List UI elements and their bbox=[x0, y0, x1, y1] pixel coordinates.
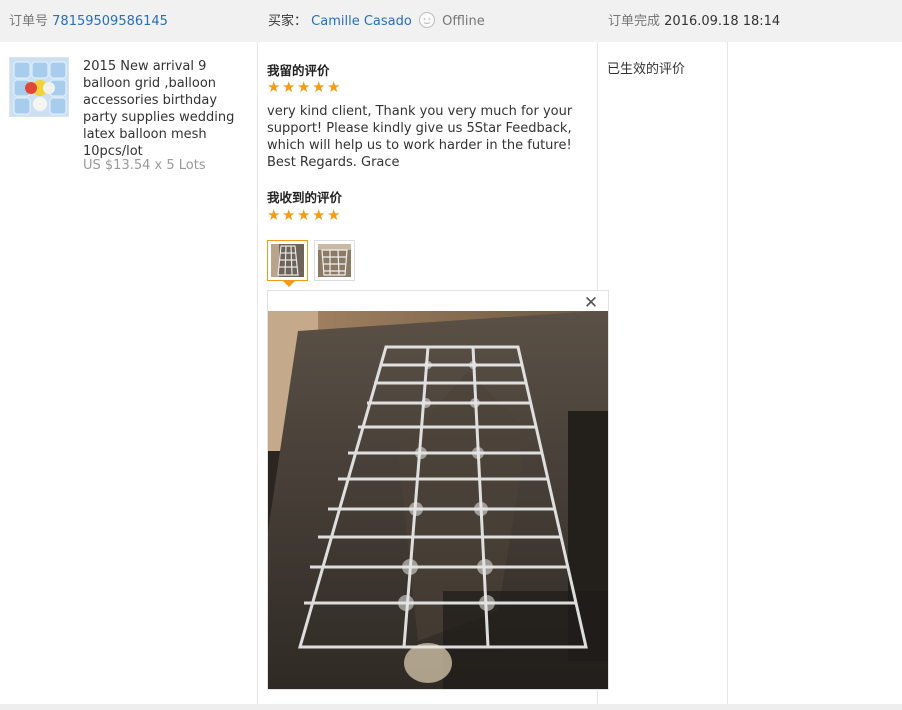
product-price: US $13.54 x 5 Lots bbox=[83, 158, 206, 173]
star-icon: ★ bbox=[297, 78, 311, 96]
my-feedback-heading: 我留的评价 bbox=[267, 63, 330, 78]
order-number-link[interactable]: 78159509586145 bbox=[52, 14, 168, 29]
received-feedback-heading: 我收到的评价 bbox=[267, 190, 343, 205]
order-number-group: 订单号 78159509586145 bbox=[9, 10, 168, 29]
my-feedback-stars: ★ ★ ★ ★ ★ bbox=[267, 78, 342, 96]
order-number-label: 订单号 bbox=[9, 14, 49, 29]
received-feedback-stars: ★ ★ ★ ★ ★ bbox=[267, 206, 342, 224]
star-icon: ★ bbox=[282, 206, 296, 224]
product-thumbnail[interactable] bbox=[9, 57, 69, 117]
order-complete-label: 订单完成 bbox=[608, 14, 661, 29]
feedback-photo-thumb-1[interactable] bbox=[267, 240, 308, 281]
feedback-photo-thumb-2[interactable] bbox=[314, 240, 355, 281]
chat-offline-icon[interactable] bbox=[418, 11, 436, 29]
star-icon: ★ bbox=[327, 78, 341, 96]
star-icon: ★ bbox=[327, 206, 341, 224]
column-divider bbox=[727, 42, 728, 704]
feedback-photo-large bbox=[268, 311, 608, 689]
buyer-status: Offline bbox=[442, 14, 485, 29]
product-title[interactable]: 2015 New arrival 9 balloon grid ,balloon… bbox=[83, 58, 253, 160]
close-icon[interactable]: ✕ bbox=[583, 294, 599, 312]
star-icon: ★ bbox=[312, 206, 326, 224]
order-complete-group: 订单完成 2016.09.18 18:14 bbox=[608, 10, 780, 29]
thumb-pointer bbox=[283, 281, 295, 287]
buyer-name-link[interactable]: Camille Casado bbox=[311, 14, 412, 29]
feedback-status: 已生效的评价 bbox=[607, 62, 686, 77]
buyer-group: 买家： Camille Casado Offline bbox=[268, 10, 485, 29]
star-icon: ★ bbox=[297, 206, 311, 224]
bottom-separator bbox=[0, 704, 902, 710]
star-icon: ★ bbox=[282, 78, 296, 96]
star-icon: ★ bbox=[312, 78, 326, 96]
star-icon: ★ bbox=[267, 78, 281, 96]
column-divider bbox=[257, 42, 258, 704]
buyer-label: 买家： bbox=[268, 14, 308, 29]
my-feedback-text: very kind client, Thank you very much fo… bbox=[267, 104, 573, 170]
order-complete-time: 2016.09.18 18:14 bbox=[664, 14, 781, 29]
star-icon: ★ bbox=[267, 206, 281, 224]
